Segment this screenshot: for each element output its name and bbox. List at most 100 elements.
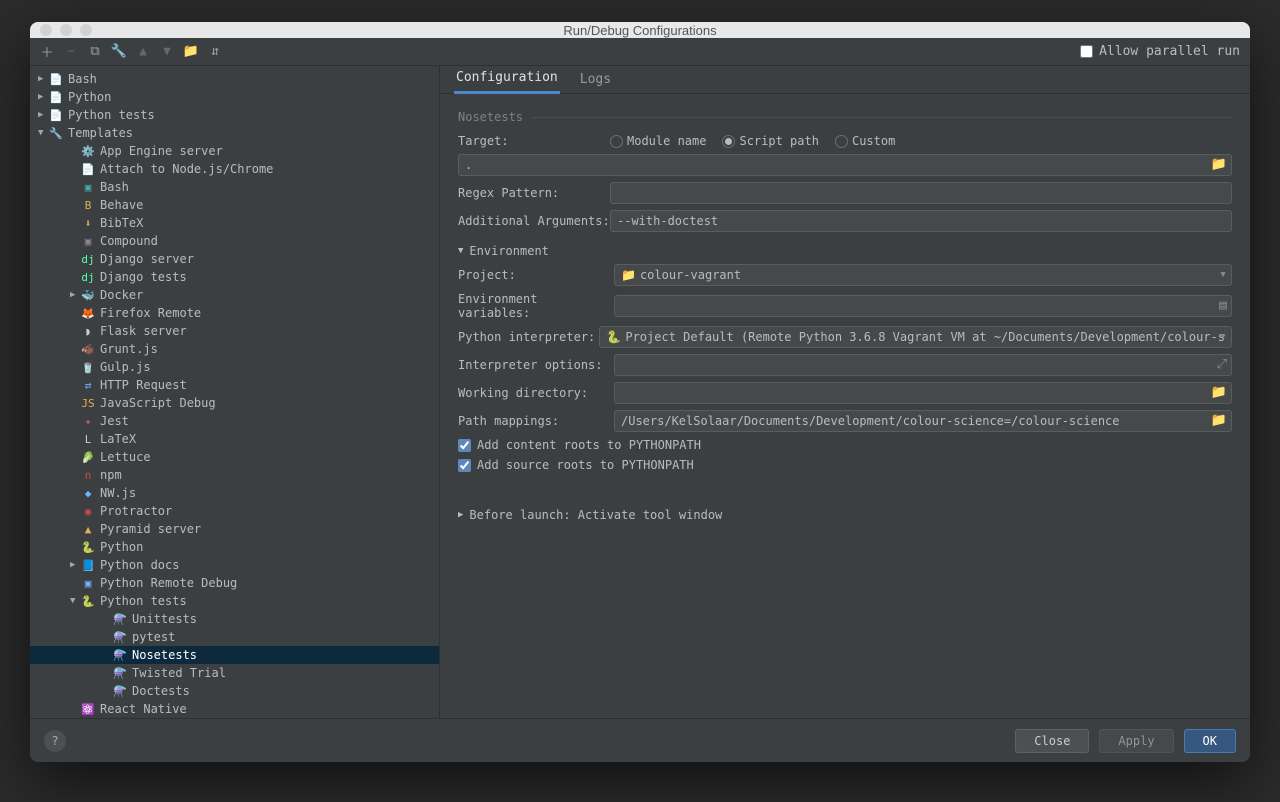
python-test-item[interactable]: ⚗️Twisted Trial: [30, 664, 439, 682]
tree-label: Python Remote Debug: [100, 576, 237, 590]
envvars-input[interactable]: ▤: [614, 295, 1232, 317]
template-item[interactable]: ⚛️React Native: [30, 700, 439, 718]
template-item[interactable]: ⇄HTTP Request: [30, 376, 439, 394]
browse-icon[interactable]: 📁: [1211, 413, 1227, 428]
tree-icon: ▣: [80, 235, 96, 248]
template-item[interactable]: JSJavaScript Debug: [30, 394, 439, 412]
template-item[interactable]: ◗Flask server: [30, 322, 439, 340]
template-item[interactable]: djDjango tests: [30, 268, 439, 286]
template-item[interactable]: ▶🐳Docker: [30, 286, 439, 304]
row-args: Additional Arguments: --with-doctest: [458, 210, 1232, 232]
interpreter-select[interactable]: 🐍 Project Default (Remote Python 3.6.8 V…: [599, 326, 1232, 348]
template-item[interactable]: ▣Python Remote Debug: [30, 574, 439, 592]
titlebar: Run/Debug Configurations: [30, 22, 1250, 38]
browse-icon[interactable]: 📁: [1211, 385, 1227, 400]
template-item[interactable]: BBehave: [30, 196, 439, 214]
up-icon[interactable]: ▲: [136, 45, 150, 59]
template-item[interactable]: 🦊Firefox Remote: [30, 304, 439, 322]
help-button[interactable]: ?: [44, 730, 66, 752]
close-dot-icon[interactable]: [40, 24, 52, 36]
ok-button[interactable]: OK: [1184, 729, 1236, 753]
template-item[interactable]: ▣Bash: [30, 178, 439, 196]
folder-icon[interactable]: 📁: [184, 45, 198, 59]
tree-icon: 🥬: [80, 451, 96, 464]
tree-icon: 📄: [80, 163, 96, 176]
dialog-window: Run/Debug Configurations ＋ − ⧉ 🔧 ▲ ▼ 📁 ⇵…: [30, 22, 1250, 762]
template-item[interactable]: 🥬Lettuce: [30, 448, 439, 466]
tree-icon: ◉: [80, 505, 96, 518]
collapse-icon[interactable]: ⇵: [208, 45, 222, 59]
args-input[interactable]: --with-doctest: [610, 210, 1232, 232]
down-icon[interactable]: ▼: [160, 45, 174, 59]
template-item[interactable]: ⬇BibTeX: [30, 214, 439, 232]
tree-root[interactable]: ▶📄Bash: [30, 70, 439, 88]
expand-icon[interactable]: ⤢: [1217, 357, 1227, 372]
python-test-item[interactable]: ⚗️Unittests: [30, 610, 439, 628]
tree-label: Gulp.js: [100, 360, 151, 374]
pathmap-input[interactable]: /Users/KelSolaar/Documents/Development/c…: [614, 410, 1232, 432]
tree-templates[interactable]: ▼🔧Templates: [30, 124, 439, 142]
wrench-icon[interactable]: 🔧: [112, 45, 126, 59]
content-roots-checkbox[interactable]: [458, 439, 471, 452]
copy-icon[interactable]: ⧉: [88, 45, 102, 59]
target-radio[interactable]: Script path: [722, 134, 818, 148]
template-item[interactable]: ▲Pyramid server: [30, 520, 439, 538]
template-item[interactable]: ▶📘Python docs: [30, 556, 439, 574]
source-roots-checkbox[interactable]: [458, 459, 471, 472]
python-test-item[interactable]: ⚗️pytest: [30, 628, 439, 646]
template-item[interactable]: 📄Attach to Node.js/Chrome: [30, 160, 439, 178]
template-item[interactable]: nnpm: [30, 466, 439, 484]
list-icon[interactable]: ▤: [1219, 298, 1227, 313]
template-item[interactable]: ◆NW.js: [30, 484, 439, 502]
before-launch-expander[interactable]: ▶ Before launch: Activate tool window: [458, 508, 1232, 522]
remove-icon[interactable]: −: [64, 45, 78, 59]
allow-parallel-input[interactable]: [1080, 45, 1093, 58]
project-label: Project:: [458, 268, 614, 282]
add-icon[interactable]: ＋: [40, 45, 54, 59]
tab-configuration[interactable]: Configuration: [454, 66, 560, 94]
template-item[interactable]: LLaTeX: [30, 430, 439, 448]
apply-button[interactable]: Apply: [1099, 729, 1173, 753]
template-item[interactable]: 🐍Python: [30, 538, 439, 556]
target-input[interactable]: . 📁: [458, 154, 1232, 176]
tree-python-tests[interactable]: ▼🐍Python tests: [30, 592, 439, 610]
target-radio[interactable]: Module name: [610, 134, 706, 148]
template-item[interactable]: djDjango server: [30, 250, 439, 268]
tree-icon: ✦: [80, 415, 96, 428]
tree-label: React Native: [100, 702, 187, 716]
tree-root[interactable]: ▶📄Python tests: [30, 106, 439, 124]
chevron-down-icon[interactable]: ▾: [1219, 267, 1227, 282]
interp-opts-input[interactable]: ⤢: [614, 354, 1232, 376]
chevron-down-icon[interactable]: ▾: [1219, 329, 1227, 344]
target-radio[interactable]: Custom: [835, 134, 895, 148]
tree-root[interactable]: ▶📄Python: [30, 88, 439, 106]
zoom-dot-icon[interactable]: [80, 24, 92, 36]
python-test-item[interactable]: ⚗️Nosetests: [30, 646, 439, 664]
project-select[interactable]: 📁 colour-vagrant ▾: [614, 264, 1232, 286]
minimize-dot-icon[interactable]: [60, 24, 72, 36]
template-item[interactable]: ▣Compound: [30, 232, 439, 250]
template-item[interactable]: ◉Protractor: [30, 502, 439, 520]
regex-input[interactable]: [610, 182, 1232, 204]
tab-logs[interactable]: Logs: [578, 66, 613, 93]
template-item[interactable]: ⚙️App Engine server: [30, 142, 439, 160]
row-project: Project: 📁 colour-vagrant ▾: [458, 264, 1232, 286]
browse-icon[interactable]: 📁: [1211, 157, 1227, 172]
config-tree[interactable]: ▶📄Bash▶📄Python▶📄Python tests▼🔧Templates⚙…: [30, 66, 440, 718]
tree-icon: n: [80, 469, 96, 482]
row-pathmap: Path mappings: /Users/KelSolaar/Document…: [458, 410, 1232, 432]
environment-expander[interactable]: ▼ Environment: [458, 244, 1232, 258]
row-target: Target: Module nameScript pathCustom: [458, 134, 1232, 148]
template-item[interactable]: 🥤Gulp.js: [30, 358, 439, 376]
tree-label: Unittests: [132, 612, 197, 626]
template-item[interactable]: 🐗Grunt.js: [30, 340, 439, 358]
tree-icon: 🐳: [80, 289, 96, 302]
close-button[interactable]: Close: [1015, 729, 1089, 753]
workdir-input[interactable]: 📁: [614, 382, 1232, 404]
template-item[interactable]: ✦Jest: [30, 412, 439, 430]
allow-parallel-checkbox[interactable]: Allow parallel run: [1080, 44, 1240, 59]
tree-icon: ▲: [80, 523, 96, 536]
row-envvars: Environment variables: ▤: [458, 292, 1232, 320]
radio-label: Module name: [627, 134, 706, 148]
python-test-item[interactable]: ⚗️Doctests: [30, 682, 439, 700]
